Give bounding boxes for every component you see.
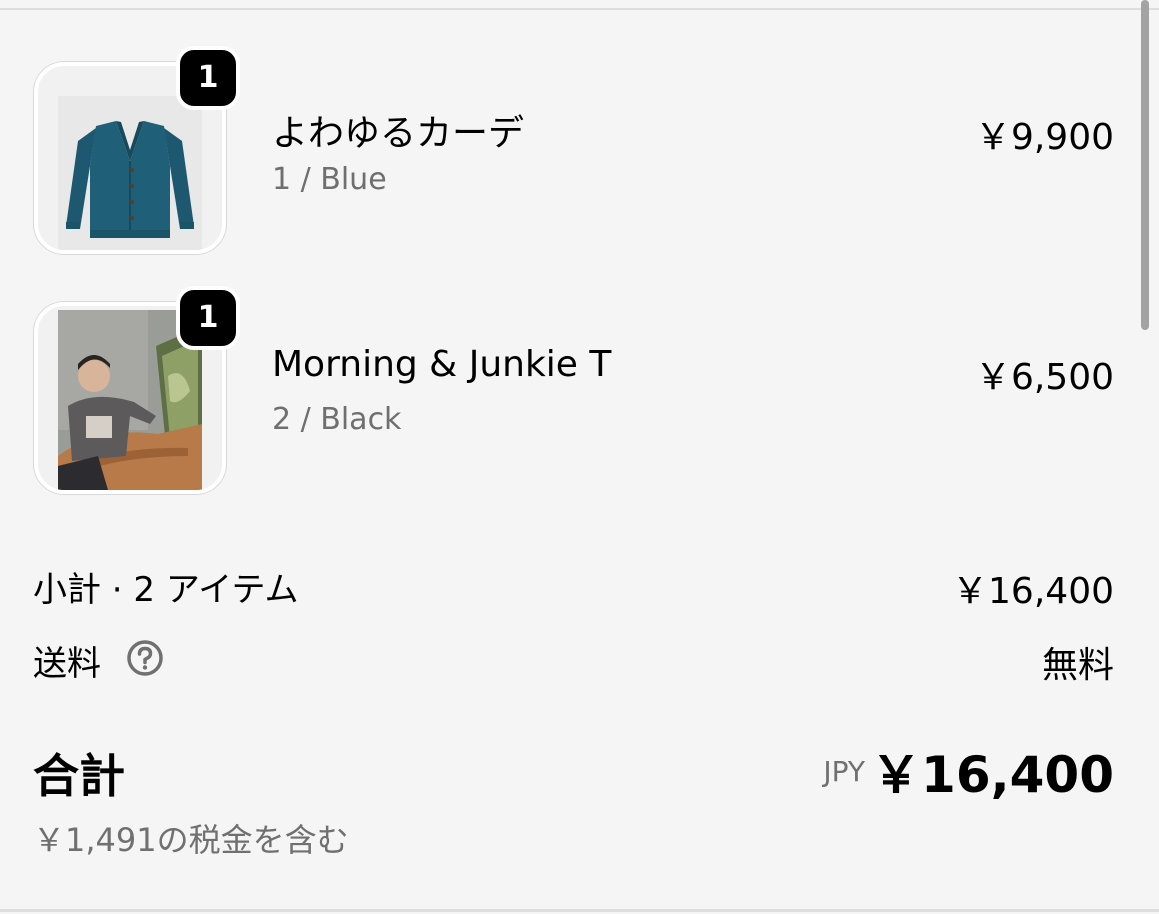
item-title: よわゆるカーデ (272, 113, 525, 154)
item-variant: 2 / Black (272, 402, 402, 437)
shipping-row-label: 送料 (33, 636, 164, 686)
total-label: 合計 (33, 749, 125, 803)
line-item: 1 よわゆるカーデ 1 / Blue ￥9,900 (0, 46, 1159, 260)
question-circle-icon[interactable] (126, 639, 164, 686)
total-value: ￥16,400 (871, 746, 1114, 804)
item-price: ￥9,900 (974, 117, 1114, 158)
subtotal-value: ￥16,400 (952, 571, 1114, 612)
currency-code: JPY (823, 755, 865, 788)
quantity-badge: 1 (176, 46, 240, 110)
item-title: Morning & Junkie T (272, 344, 612, 385)
bottom-divider (0, 909, 1159, 912)
item-price: ￥6,500 (974, 357, 1114, 398)
item-variant: 1 / Blue (272, 162, 387, 197)
shipping-value: 無料 (1041, 645, 1114, 686)
shipping-label: 送料 (33, 644, 101, 684)
subtotal-label: 小計 · 2 アイテム (33, 570, 299, 610)
top-divider (0, 8, 1159, 10)
line-item: 1 Morning & Junkie T 2 / Black ￥6,500 (0, 286, 1159, 500)
quantity-badge: 1 (176, 286, 240, 350)
tax-note: ￥1,491の税金を含む (33, 821, 349, 859)
